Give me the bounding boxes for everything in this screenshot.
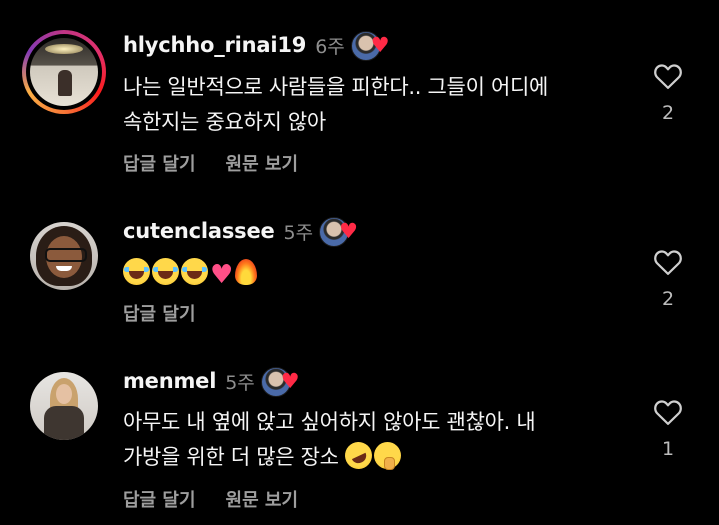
creator-liked-heart-icon: ♥	[319, 216, 363, 247]
heart-outline-icon[interactable]	[653, 62, 683, 90]
avatar[interactable]	[30, 222, 98, 290]
heart-outline-icon[interactable]	[653, 248, 683, 276]
rolling-on-the-floor-laughing-icon	[340, 437, 377, 474]
face-with-tears-of-joy-icon	[181, 258, 208, 285]
see-original-button[interactable]: 원문 보기	[226, 150, 299, 176]
comment-timestamp: 6주	[315, 35, 345, 58]
reply-button[interactable]: 답글 달기	[123, 486, 196, 512]
comment-username[interactable]: menmel	[123, 369, 216, 393]
comment-item: hlychho_rinai19 6주 ♥ 나는 일반적으로 사람들을 피한다..…	[0, 0, 719, 190]
avatar[interactable]	[30, 372, 98, 440]
reply-button[interactable]: 답글 달기	[123, 150, 196, 176]
like-count: 1	[661, 438, 675, 460]
creator-liked-heart-icon: ♥	[260, 366, 305, 397]
fire-icon	[235, 259, 258, 285]
comment-emojis: ♥	[123, 256, 633, 293]
comment-timestamp: 5주	[225, 371, 255, 394]
pink-heart-icon: ♥	[210, 260, 234, 290]
comment-username[interactable]: cutenclassee	[123, 219, 275, 243]
comment-text: 아무도 내 옆에 앉고 싶어하지 않아도 괜찮아. 내 가방을 위한 더 많은 …	[123, 405, 633, 475]
face-with-tears-of-joy-icon	[152, 258, 179, 285]
like-button[interactable]: 2	[650, 62, 686, 124]
heart-outline-icon[interactable]	[653, 398, 683, 426]
comment-item: cutenclassee 5주 ♥ ♥ 답글 달기 2	[0, 190, 719, 340]
comment-timestamp: 5주	[283, 221, 314, 244]
avatar[interactable]	[30, 38, 98, 106]
like-button[interactable]: 1	[650, 398, 686, 460]
avatar-story-ring[interactable]	[22, 30, 106, 114]
face-with-hand-over-mouth-icon	[374, 442, 402, 470]
like-count: 2	[661, 102, 675, 124]
face-with-tears-of-joy-icon	[123, 258, 150, 285]
comment-item: menmel 5주 ♥ 아무도 내 옆에 앉고 싶어하지 않아도 괜찮아. 내 …	[0, 340, 719, 525]
like-button[interactable]: 2	[650, 248, 686, 310]
like-count: 2	[661, 288, 675, 310]
comment-text: 나는 일반적으로 사람들을 피한다.. 그들이 어디에 속한지는 중요하지 않아	[123, 75, 549, 134]
creator-liked-heart-icon: ♥	[350, 30, 395, 61]
comment-username[interactable]: hlychho_rinai19	[123, 33, 306, 57]
reply-button[interactable]: 답글 달기	[123, 300, 196, 326]
see-original-button[interactable]: 원문 보기	[226, 486, 299, 512]
